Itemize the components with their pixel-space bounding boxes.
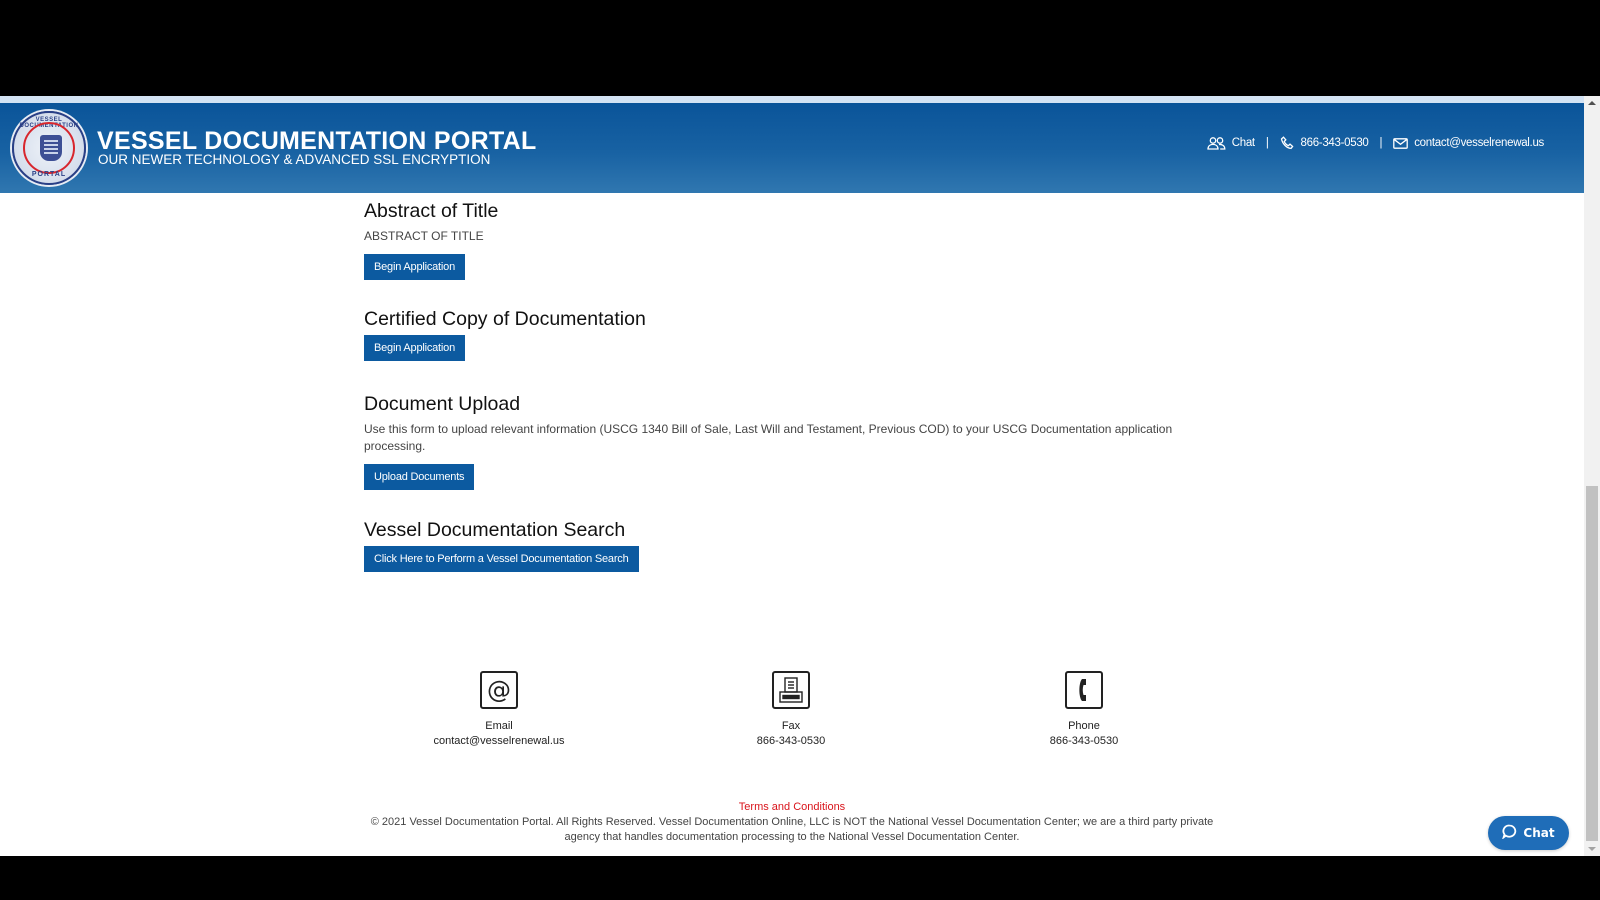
section-document-upload: Document Upload Use this form to upload … [364,393,1184,491]
header-phone-link[interactable]: 866-343-0530 [1280,136,1369,150]
scroll-up-arrow-icon[interactable] [1584,96,1600,110]
header-chat-label: Chat [1231,137,1255,149]
phone-handset-icon [1065,671,1103,709]
contact-label: Phone [1068,720,1100,732]
section-description: ABSTRACT OF TITLE [364,229,484,244]
anchor-shield-icon [40,135,62,161]
contact-email[interactable]: @ Email contact@vesselrenewal.us [399,671,599,749]
browser-bottom-bar [0,856,1600,900]
users-icon [1207,136,1226,150]
phone-icon [1280,136,1295,150]
site-title: VESSEL DOCUMENTATION PORTAL [97,127,537,155]
logo-bottom-text: PORTAL [31,171,67,178]
section-certified-copy: Certified Copy of Documentation Begin Ap… [364,308,646,362]
chat-bubble-icon [1502,824,1517,842]
chat-widget-label: Chat [1523,826,1555,840]
contact-fax[interactable]: Fax 866-343-0530 [691,671,891,749]
certified-copy-begin-application-button[interactable]: Begin Application [364,335,465,362]
header-phone-number: 866-343-0530 [1300,137,1369,149]
fax-icon [772,671,810,709]
envelope-icon [1393,137,1409,149]
at-sign-icon: @ [480,671,518,709]
contact-phone[interactable]: Phone 866-343-0530 [984,671,1184,749]
chat-widget-button[interactable]: Chat [1488,816,1569,850]
terms-and-conditions-link[interactable]: Terms and Conditions [739,801,845,813]
section-vessel-search: Vessel Documentation Search Click Here t… [364,519,639,573]
copyright-text: © 2021 Vessel Documentation Portal. All … [370,816,1214,843]
section-title: Certified Copy of Documentation [364,308,646,330]
contact-value: 866-343-0530 [756,735,826,747]
section-title: Vessel Documentation Search [364,519,626,541]
page-scrollbar[interactable] [1584,96,1600,856]
section-title: Document Upload [364,393,521,415]
contact-label: Fax [781,720,801,732]
section-description: Use this form to upload relevant informa… [364,422,1173,454]
scrollbar-thumb[interactable] [1586,486,1598,841]
separator: | [1265,137,1269,149]
site-subtitle: OUR NEWER TECHNOLOGY & ADVANCED SSL ENCR… [98,152,491,167]
page-viewport: VESSEL DOCUMENTATION PORTAL VESSEL DOCUM… [0,96,1600,856]
upload-documents-button[interactable]: Upload Documents [364,464,475,491]
contact-value: 866-343-0530 [1049,735,1119,747]
header-contact-links: Chat | 866-343-0530 | contact@vesselrene… [1207,136,1544,150]
scroll-down-arrow-icon[interactable] [1584,842,1600,856]
separator: | [1379,137,1383,149]
header-email-link[interactable]: contact@vesselrenewal.us [1393,137,1544,149]
section-abstract-of-title: Abstract of Title ABSTRACT OF TITLE Begi… [364,200,499,281]
browser-top-bar [0,0,1600,96]
vessel-documentation-search-button[interactable]: Click Here to Perform a Vessel Documenta… [364,546,639,573]
header-chat-link[interactable]: Chat [1207,136,1255,150]
contact-label: Email [485,720,513,732]
site-header: VESSEL DOCUMENTATION PORTAL VESSEL DOCUM… [0,103,1584,193]
top-strip [0,96,1584,103]
abstract-begin-application-button[interactable]: Begin Application [364,254,465,281]
header-email-address: contact@vesselrenewal.us [1414,137,1544,149]
portal-logo[interactable]: VESSEL DOCUMENTATION PORTAL [12,111,86,185]
site-footer: Terms and Conditions © 2021 Vessel Docum… [0,800,1584,845]
section-title: Abstract of Title [364,200,499,222]
contact-value: contact@vesselrenewal.us [433,735,565,747]
contact-info-row: @ Email contact@vesselrenewal.us Fax 866… [0,671,1584,751]
